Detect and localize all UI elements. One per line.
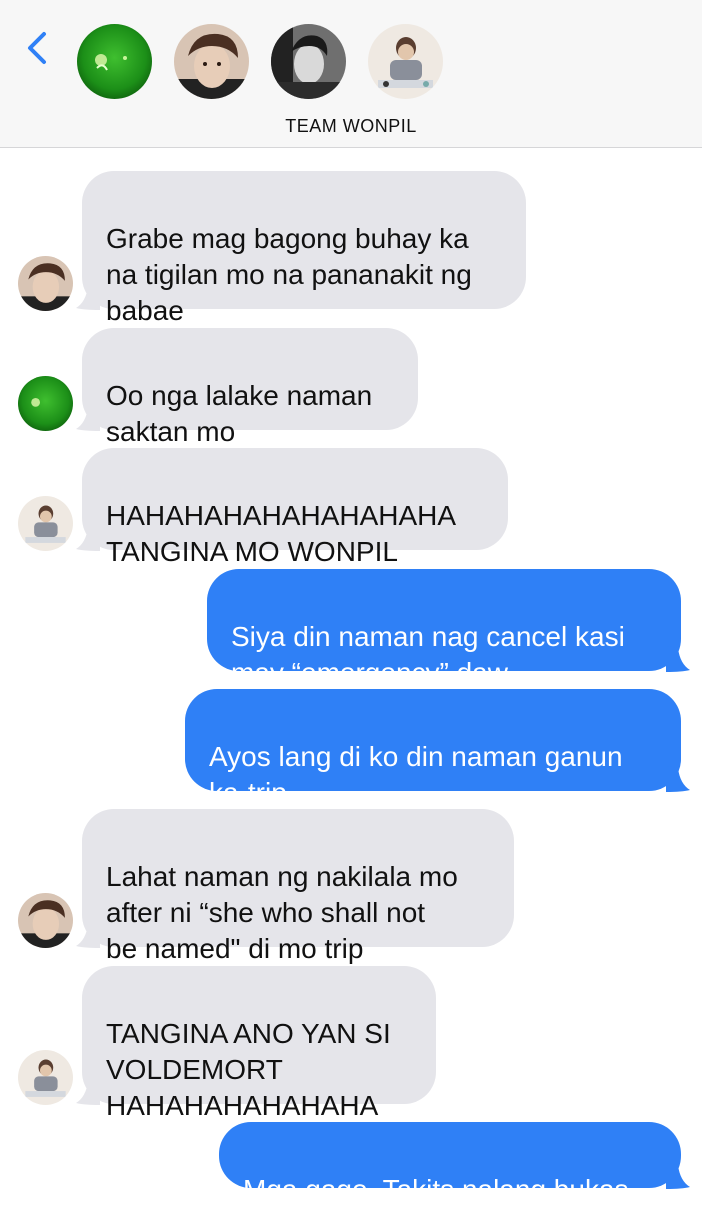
outgoing-message-bubble[interactable]: Siya din naman nag cancel kasi may “emer… [207,569,681,688]
outgoing-bubble-tail [666,646,690,672]
incoming-message-bubble[interactable]: HAHAHAHAHAHAHAHAHA TANGINA MO WONPIL [82,448,508,567]
participant-avatar-green[interactable] [77,24,152,99]
incoming-bubble-tail [76,284,100,310]
sender-avatar-desk[interactable] [18,1050,73,1105]
message-text: Lahat naman ng nakilala mo after ni “she… [106,861,458,964]
incoming-bubble-tail [76,1079,100,1105]
back-button[interactable] [22,28,52,68]
sender-avatar-boy[interactable] [18,256,73,311]
message-text: HAHAHAHAHAHAHAHAHA TANGINA MO WONPIL [106,500,457,567]
chevron-left-icon [28,32,46,64]
incoming-message-bubble[interactable]: Oo nga lalake naman saktan mo [82,328,418,447]
incoming-message-bubble[interactable]: Lahat naman ng nakilala mo after ni “she… [82,809,514,964]
outgoing-bubble-tail [666,766,690,792]
participant-avatar-mono[interactable] [271,24,346,99]
participant-avatar-desk[interactable] [368,24,443,99]
incoming-message-bubble[interactable]: TANGINA ANO YAN SI VOLDEMORT HAHAHAHAHAH… [82,966,436,1121]
incoming-message-bubble[interactable]: Grabe mag bagong buhay ka na tigilan mo … [82,171,526,326]
sender-avatar-green[interactable] [18,376,73,431]
outgoing-message-bubble[interactable]: Ayos lang di ko din naman ganun ka-trip [185,689,681,808]
incoming-bubble-tail [76,405,100,431]
sender-avatar-desk[interactable] [18,496,73,551]
message-text: Siya din naman nag cancel kasi may “emer… [231,621,625,688]
outgoing-bubble-tail [666,1163,690,1189]
message-text: Oo nga lalake naman saktan mo [106,380,373,447]
message-text: Ayos lang di ko din naman ganun ka-trip [209,741,623,808]
group-name[interactable]: TEAM WONPIL [0,116,702,137]
message-text: TANGINA ANO YAN SI VOLDEMORT HAHAHAHAHAH… [106,1018,391,1121]
sender-avatar-boy[interactable] [18,893,73,948]
conversation-header: TEAM WONPIL [0,0,702,148]
incoming-bubble-tail [76,525,100,551]
participant-avatar-boy[interactable] [174,24,249,99]
message-text: Mga gago. Takits nalang bukas [243,1174,629,1205]
outgoing-message-bubble[interactable]: Mga gago. Takits nalang bukas [219,1122,681,1205]
incoming-bubble-tail [76,922,100,948]
message-text: Grabe mag bagong buhay ka na tigilan mo … [106,223,472,326]
